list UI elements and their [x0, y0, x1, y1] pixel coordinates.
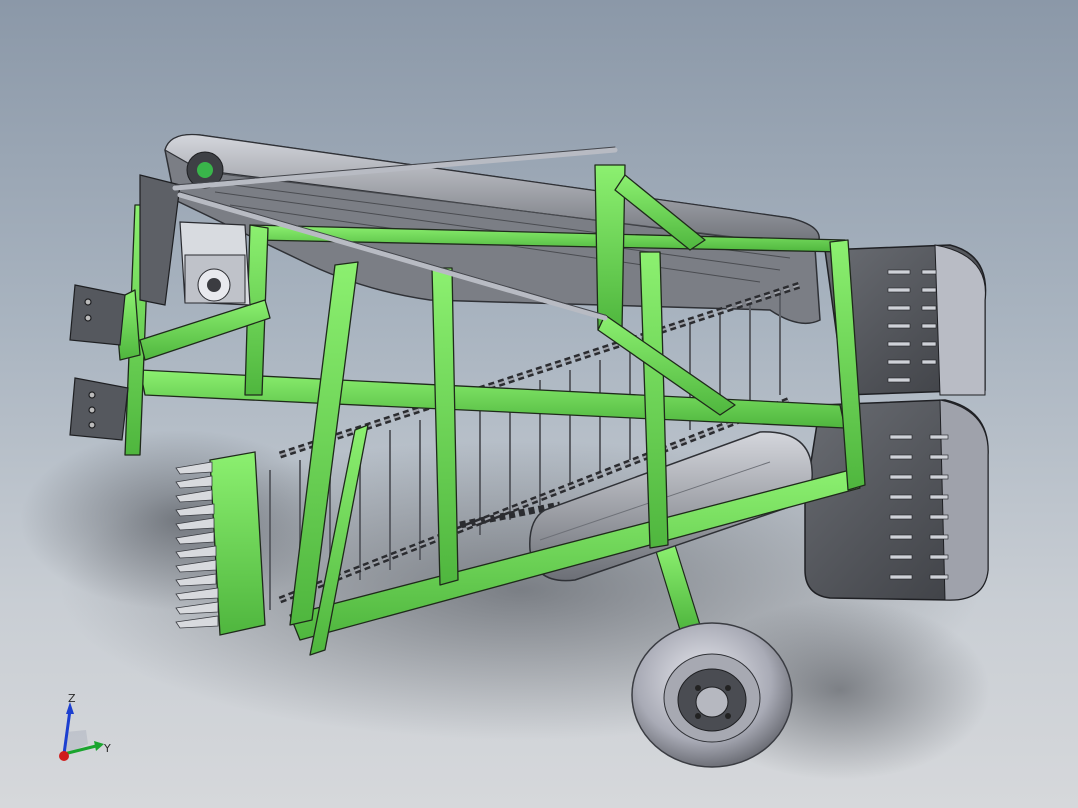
- y-axis-arrow: [94, 741, 104, 751]
- coordinate-triad[interactable]: Z Y: [48, 688, 128, 768]
- digging-shovel: [175, 451, 266, 636]
- y-axis-label: Y: [103, 742, 111, 755]
- x-axis-point: [59, 751, 69, 761]
- gearbox: [179, 221, 251, 306]
- rear-hopper-lower: [804, 399, 989, 601]
- z-axis-label: Z: [68, 692, 76, 705]
- harvester-model[interactable]: [0, 0, 1078, 808]
- cad-viewport[interactable]: Z Y: [0, 0, 1078, 808]
